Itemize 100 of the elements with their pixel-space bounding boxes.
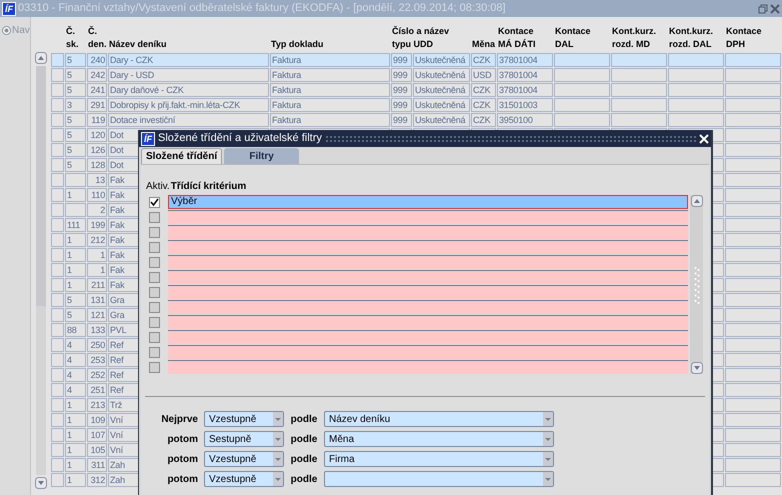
criterion-field[interactable] xyxy=(168,360,688,374)
criterion-field[interactable] xyxy=(168,255,688,269)
row-selector[interactable] xyxy=(51,458,64,472)
column-header: Kontace MÁ DÁTI xyxy=(497,25,536,51)
checkbox[interactable] xyxy=(149,286,160,298)
row-selector[interactable] xyxy=(51,158,64,172)
scrollbar-thumb[interactable] xyxy=(36,66,46,306)
checkbox[interactable] xyxy=(149,332,160,342)
row-selector[interactable] xyxy=(51,68,64,82)
table-cell: 199 xyxy=(87,218,107,232)
row-selector[interactable] xyxy=(51,128,64,142)
checkbox[interactable] xyxy=(149,316,160,328)
table-cell: 120 xyxy=(87,128,107,142)
criterion-field[interactable] xyxy=(168,330,688,344)
row-selector[interactable] xyxy=(51,293,64,307)
restore-icon[interactable] xyxy=(758,4,768,14)
criterion-field[interactable] xyxy=(168,345,688,359)
scroll-down-icon[interactable] xyxy=(690,362,702,374)
checkbox[interactable] xyxy=(149,272,160,282)
row-selector[interactable] xyxy=(51,233,64,247)
table-cell: 13 xyxy=(87,173,107,187)
table-cell: 109 xyxy=(87,413,107,427)
row-selector[interactable] xyxy=(51,443,64,457)
dropdown[interactable]: Název deníku xyxy=(324,411,554,427)
caret-icon xyxy=(543,432,553,446)
table-cell: 5 xyxy=(65,308,86,322)
table-cell: 88 xyxy=(65,323,86,337)
row-selector[interactable] xyxy=(51,83,64,97)
row-selector[interactable] xyxy=(51,143,64,157)
criterion-field[interactable] xyxy=(168,240,688,254)
row-selector[interactable] xyxy=(51,98,64,112)
row-selector[interactable] xyxy=(51,53,64,67)
row-selector[interactable] xyxy=(51,173,64,187)
row-selector[interactable] xyxy=(51,413,64,427)
table-row[interactable]: 3 291 Dobropisy k přij.fakt.-min.léta-CZK Faktura 999 Uskutečněná CZK 31501003 xyxy=(51,98,782,112)
table-cell: 128 xyxy=(87,158,107,172)
row-selector[interactable] xyxy=(51,323,64,337)
row-selector[interactable] xyxy=(51,428,64,442)
scroll-up-icon[interactable] xyxy=(690,195,702,207)
row-selector[interactable] xyxy=(51,308,64,322)
table-cell: Uskutečněná xyxy=(413,98,470,112)
dropdown[interactable]: Měna xyxy=(324,431,554,447)
caret-icon xyxy=(273,452,283,466)
checkbox[interactable] xyxy=(149,212,160,222)
checkbox[interactable] xyxy=(149,242,160,252)
table-row[interactable]: 5 241 Dary daňové - CZK Faktura 999 Uskutečněná CZK 37801004 xyxy=(51,83,782,97)
checkbox[interactable] xyxy=(149,362,160,372)
row-selector[interactable] xyxy=(51,188,64,202)
row-selector[interactable] xyxy=(51,338,64,352)
table-cell: 1 xyxy=(65,443,86,457)
row-selector[interactable] xyxy=(51,398,64,412)
checkbox[interactable] xyxy=(149,256,160,268)
row-selector[interactable] xyxy=(51,473,64,487)
row-selector[interactable] xyxy=(51,383,64,397)
tab[interactable]: Filtry xyxy=(224,148,300,164)
dropdown[interactable]: Firma xyxy=(324,451,554,467)
table-cell: 5 xyxy=(65,158,86,172)
table-cell: 1 xyxy=(65,473,86,487)
scroll-up-icon[interactable] xyxy=(35,52,48,64)
row-selector[interactable] xyxy=(51,263,64,277)
row-selector[interactable] xyxy=(51,113,64,127)
dropdown[interactable] xyxy=(324,471,554,487)
table-cell: 1 xyxy=(65,233,86,247)
dropdown[interactable]: Sestupně xyxy=(204,431,284,447)
row-selector[interactable] xyxy=(51,218,64,232)
checkbox[interactable] xyxy=(149,226,160,238)
criterion-field[interactable] xyxy=(168,225,688,239)
grip-icon[interactable] xyxy=(694,264,700,304)
table-cell: CZK xyxy=(471,98,496,112)
table-cell: 105 xyxy=(87,443,107,457)
criterion-field[interactable] xyxy=(168,300,688,314)
criterion-field[interactable] xyxy=(168,270,688,284)
sort-label: podle xyxy=(290,472,318,486)
table-row[interactable]: 5 119 Dotace investiční Faktura 999 Uskutečněná CZK 3950100 xyxy=(51,113,782,127)
criterion-field[interactable]: Výběr xyxy=(168,195,688,209)
row-selector[interactable] xyxy=(51,248,64,262)
table-row[interactable]: 5 242 Dary - USD Faktura 999 Uskutečněná USD 37801004 xyxy=(51,68,782,82)
criterion-field[interactable] xyxy=(168,285,688,299)
dropdown[interactable]: Vzestupně xyxy=(204,411,284,427)
table-cell: 312 xyxy=(87,473,107,487)
row-selector[interactable] xyxy=(51,368,64,382)
checkbox[interactable] xyxy=(149,196,160,208)
table-cell: 5 xyxy=(65,293,86,307)
checkbox[interactable] xyxy=(149,346,160,358)
table-cell: 131 xyxy=(87,293,107,307)
criterion-field[interactable] xyxy=(168,210,688,224)
table-row[interactable]: 5 240 Dary - CZK Faktura 999 Uskutečněná CZK 37801004 xyxy=(51,53,782,67)
row-selector[interactable] xyxy=(51,278,64,292)
tab[interactable]: Složené třídění xyxy=(141,148,222,164)
row-selector[interactable] xyxy=(51,203,64,217)
scroll-down-icon[interactable] xyxy=(35,477,48,489)
check-icon xyxy=(150,198,159,206)
table-cell: 1 xyxy=(65,263,86,277)
dropdown-value: Název deníku xyxy=(328,412,392,426)
criterion-field[interactable] xyxy=(168,315,688,329)
checkbox[interactable] xyxy=(149,302,160,312)
row-selector[interactable] xyxy=(51,353,64,367)
dropdown[interactable]: Vzestupně xyxy=(204,471,284,487)
dropdown[interactable]: Vzestupně xyxy=(204,451,284,467)
window-title: 03310 - Finanční vztahy/Vystavení odběratelské faktury (EKODFA) - [pondělí, 22.09.2014; 08:30:08] xyxy=(18,1,507,16)
